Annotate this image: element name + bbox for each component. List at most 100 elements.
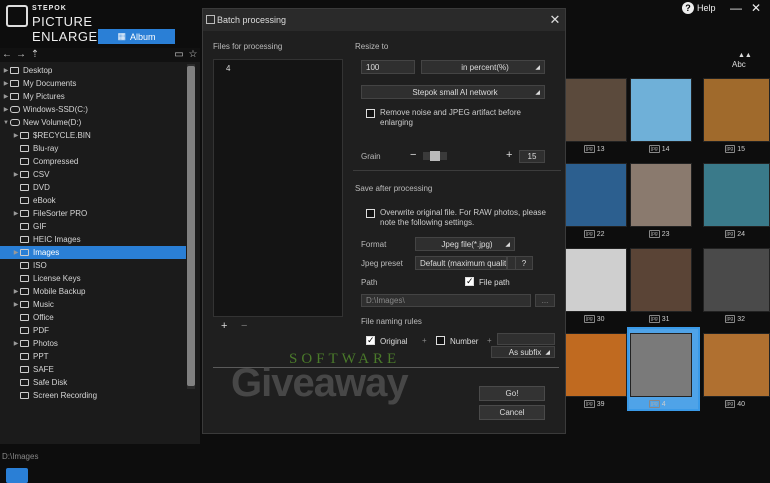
folder-icon: [20, 145, 29, 152]
expand-arrow-icon[interactable]: ▶: [12, 340, 20, 347]
dialog-close-button[interactable]: ✕: [548, 12, 562, 28]
folder-icon: [20, 301, 29, 308]
image-thumbnail[interactable]: [565, 333, 627, 397]
expanded-arrow-icon[interactable]: ▼: [2, 120, 10, 126]
files-list[interactable]: 4: [213, 59, 343, 317]
image-thumbnail[interactable]: [565, 248, 627, 312]
minimize-button[interactable]: —: [728, 1, 744, 15]
sidebar-item[interactable]: Office: [0, 311, 186, 324]
path-input[interactable]: D:\Images\: [361, 294, 531, 307]
help-button[interactable]: ? Help: [682, 2, 716, 14]
add-file-button[interactable]: +: [221, 320, 227, 332]
sidebar-item[interactable]: DVD: [0, 181, 186, 194]
sidebar-item[interactable]: ▶ Desktop: [0, 64, 186, 77]
sidebar-item[interactable]: HEIC Images: [0, 233, 186, 246]
save-label: Save after processing: [355, 184, 433, 193]
close-app-button[interactable]: ✕: [748, 1, 764, 15]
sidebar-scroll-thumb[interactable]: [187, 66, 195, 386]
grain-minus-button[interactable]: −: [410, 149, 416, 161]
sidebar-item[interactable]: GIF: [0, 220, 186, 233]
sidebar-item-label: CSV: [33, 170, 50, 179]
expand-arrow-icon[interactable]: ▶: [12, 301, 20, 308]
expand-arrow-icon[interactable]: ▶: [12, 171, 20, 178]
image-thumbnail[interactable]: [565, 163, 627, 227]
grain-value-input[interactable]: 15: [519, 150, 545, 163]
jpg-icon: jpg: [724, 400, 736, 408]
sidebar-item[interactable]: ▶ CSV: [0, 168, 186, 181]
sidebar-item[interactable]: ISO: [0, 259, 186, 272]
image-thumbnail[interactable]: [703, 163, 770, 227]
folder-icon: [20, 197, 29, 204]
remove-file-button[interactable]: −: [241, 320, 247, 332]
sidebar-item[interactable]: PDF: [0, 324, 186, 337]
thumbnail-label: jpg 13: [584, 145, 604, 153]
noise-checkbox[interactable]: [366, 109, 375, 118]
resize-unit-select[interactable]: in percent(%) ◢: [421, 60, 545, 74]
expand-arrow-icon[interactable]: ▶: [2, 67, 10, 74]
sidebar-item[interactable]: PPT: [0, 350, 186, 363]
image-thumbnail[interactable]: [565, 78, 627, 142]
sidebar-item[interactable]: Blu-ray: [0, 142, 186, 155]
album-button[interactable]: ▦ Album: [98, 29, 175, 44]
folder-icon: [20, 366, 29, 373]
sidebar-item[interactable]: License Keys: [0, 272, 186, 285]
dropdown-arrow-icon: ◢: [535, 89, 540, 96]
grain-slider-knob[interactable]: [429, 151, 440, 161]
grain-plus-button[interactable]: +: [506, 149, 512, 161]
sidebar-item-label: HEIC Images: [33, 235, 81, 244]
image-thumbnail[interactable]: [630, 163, 692, 227]
sidebar-item[interactable]: ▼ New Volume(D:): [0, 116, 186, 129]
overwrite-checkbox[interactable]: [366, 209, 375, 218]
sidebar-item[interactable]: eBook: [0, 194, 186, 207]
back-arrow-icon[interactable]: ←: [0, 48, 14, 62]
sidebar-item[interactable]: Safe Disk: [0, 376, 186, 389]
image-thumbnail[interactable]: [703, 333, 770, 397]
subfix-select[interactable]: As subfix ◢: [491, 346, 555, 358]
sidebar-item[interactable]: ▶ My Documents: [0, 77, 186, 90]
image-thumbnail[interactable]: [703, 78, 770, 142]
expand-arrow-icon[interactable]: ▶: [12, 210, 20, 217]
favorite-icon[interactable]: ☆: [186, 48, 200, 62]
sidebar-item[interactable]: SAFE: [0, 363, 186, 376]
expand-arrow-icon[interactable]: ▶: [2, 106, 10, 113]
preset-select[interactable]: Default (maximum qualit: [415, 256, 507, 270]
suffix-input[interactable]: [497, 333, 555, 345]
expand-arrow-icon[interactable]: ▶: [2, 93, 10, 100]
sidebar-item[interactable]: ▶ Music: [0, 298, 186, 311]
image-thumbnail[interactable]: [703, 248, 770, 312]
format-select[interactable]: Jpeg file(*.jpg) ◢: [415, 237, 515, 251]
network-select[interactable]: Stepok small AI network ◢: [361, 85, 545, 99]
image-thumbnail[interactable]: [630, 78, 692, 142]
sidebar-item[interactable]: ▶ FileSorter PRO: [0, 207, 186, 220]
expand-arrow-icon[interactable]: ▶: [12, 288, 20, 295]
up-folder-icon[interactable]: ⇡: [28, 48, 42, 62]
sidebar-item[interactable]: Screen Recording: [0, 389, 186, 402]
open-folder-button[interactable]: [6, 468, 28, 483]
expand-arrow-icon[interactable]: ▶: [12, 132, 20, 139]
forward-arrow-icon[interactable]: →: [14, 48, 28, 62]
sidebar-item[interactable]: Compressed: [0, 155, 186, 168]
sidebar-item[interactable]: ▶ Images: [0, 246, 186, 259]
resize-value-input[interactable]: 100: [361, 60, 415, 74]
sidebar-item[interactable]: ▶ Windows-SSD(C:): [0, 103, 186, 116]
sort-label[interactable]: Abc: [732, 60, 746, 69]
sort-icon[interactable]: ▲▲: [738, 52, 752, 59]
image-thumbnail[interactable]: [630, 248, 692, 312]
preset-help-button[interactable]: ?: [515, 256, 533, 270]
sidebar-item[interactable]: ▶ Photos: [0, 337, 186, 350]
thumbnail-number: 31: [661, 315, 670, 323]
image-thumbnail[interactable]: [630, 333, 692, 397]
original-checkbox[interactable]: [366, 335, 375, 346]
cancel-button[interactable]: Cancel: [479, 405, 545, 420]
sidebar-item[interactable]: ▶ $RECYCLE.BIN: [0, 129, 186, 142]
number-checkbox[interactable]: [436, 336, 445, 345]
sidebar-item[interactable]: ▶ My Pictures: [0, 90, 186, 103]
filepath-checkbox[interactable]: [465, 276, 474, 287]
expand-arrow-icon[interactable]: ▶: [2, 80, 10, 87]
new-folder-icon[interactable]: ▭: [172, 48, 186, 62]
sidebar-item[interactable]: ▶ Mobile Backup: [0, 285, 186, 298]
go-button[interactable]: Go!: [479, 386, 545, 401]
browse-path-button[interactable]: ...: [535, 294, 555, 307]
expand-arrow-icon[interactable]: ▶: [12, 249, 20, 256]
plus-sign: +: [422, 336, 427, 345]
